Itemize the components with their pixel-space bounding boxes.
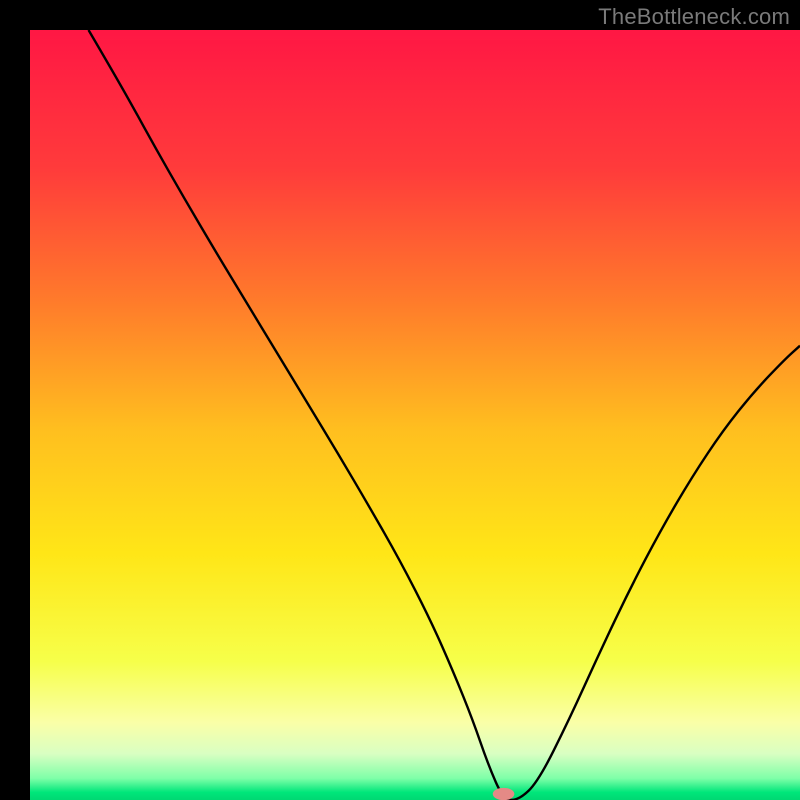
minimum-marker — [493, 788, 515, 800]
gradient-background — [30, 30, 800, 800]
bottleneck-chart — [0, 0, 800, 800]
chart-frame: TheBottleneck.com — [0, 0, 800, 800]
watermark-label: TheBottleneck.com — [598, 4, 790, 30]
